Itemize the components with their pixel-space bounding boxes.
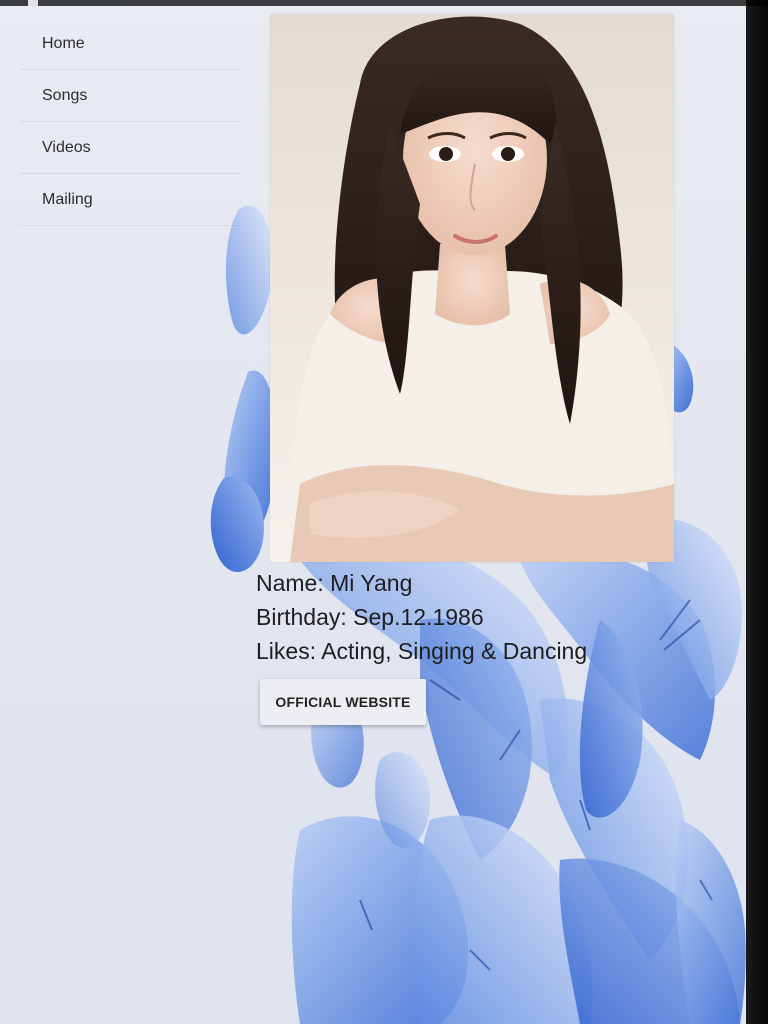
- menu-item-videos[interactable]: Videos: [20, 121, 240, 173]
- menu-item-label: Songs: [42, 86, 88, 104]
- status-bar: [0, 0, 768, 6]
- profile-info: Name: Mi Yang Birthday: Sep.12.1986 Like…: [256, 566, 587, 668]
- menu-item-songs[interactable]: Songs: [20, 69, 240, 121]
- status-indicator-icon: [28, 0, 38, 6]
- official-website-button[interactable]: OFFICIAL WEBSITE: [260, 679, 426, 725]
- device-frame: Home Songs Videos Mailing Name: Mi Yang …: [0, 0, 768, 1024]
- menu-item-label: Videos: [42, 138, 91, 156]
- menu-item-home[interactable]: Home: [20, 18, 240, 69]
- menu-item-mailing[interactable]: Mailing: [20, 173, 240, 226]
- nav-drawer: Home Songs Videos Mailing: [20, 18, 240, 226]
- portrait-photo: [270, 14, 674, 562]
- profile-name: Name: Mi Yang: [256, 570, 413, 596]
- profile-birthday: Birthday: Sep.12.1986: [256, 604, 484, 630]
- menu-item-label: Home: [42, 34, 85, 52]
- app-screen: Home Songs Videos Mailing Name: Mi Yang …: [0, 0, 751, 1024]
- device-bezel: [746, 0, 768, 1024]
- profile-likes: Likes: Acting, Singing & Dancing: [256, 638, 588, 664]
- portrait-image: [270, 14, 674, 562]
- official-website-button-label: OFFICIAL WEBSITE: [275, 694, 411, 710]
- menu-item-label: Mailing: [42, 190, 93, 208]
